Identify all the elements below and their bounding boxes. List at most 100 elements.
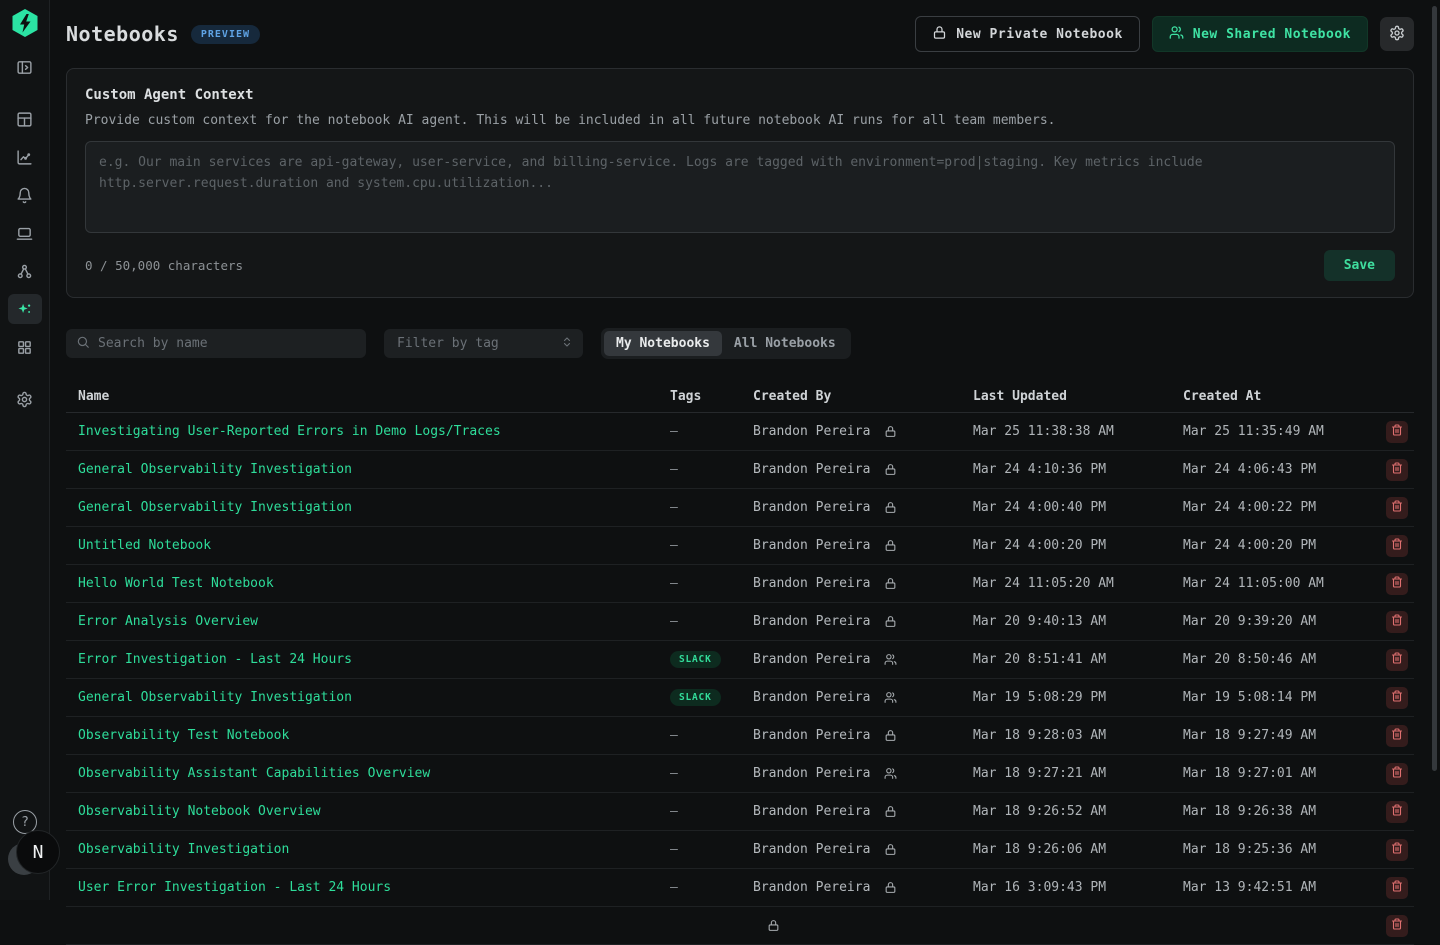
col-created-by: Created By <box>741 389 961 404</box>
table-row[interactable]: Observability Test Notebook — Brandon Pe… <box>66 717 1414 755</box>
delete-notebook-button[interactable] <box>1386 801 1408 823</box>
topology-icon[interactable] <box>8 256 42 286</box>
delete-notebook-button[interactable] <box>1386 763 1408 785</box>
trash-icon <box>1391 538 1403 553</box>
table-row[interactable]: Error Investigation - Last 24 Hours SLAC… <box>66 641 1414 679</box>
tags-value: — <box>670 424 678 439</box>
gear-icon <box>1389 25 1405 44</box>
delete-notebook-button[interactable] <box>1386 459 1408 481</box>
lock-icon <box>884 615 897 628</box>
delete-notebook-button[interactable] <box>1386 421 1408 443</box>
notebook-name-link[interactable]: Error Analysis Overview <box>78 614 258 629</box>
delete-notebook-button[interactable] <box>1386 839 1408 861</box>
tags-value: — <box>670 842 678 857</box>
tags-value: — <box>670 614 678 629</box>
notebook-name-link[interactable]: Observability Assistant Capabilities Ove… <box>78 766 430 781</box>
trash-icon <box>1391 842 1403 857</box>
tab-all-notebooks[interactable]: All Notebooks <box>722 331 848 356</box>
created-by-name: Brandon Pereira <box>753 880 870 895</box>
delete-notebook-button[interactable] <box>1386 725 1408 747</box>
notebook-name-link[interactable]: General Observability Investigation <box>78 500 352 515</box>
table-row[interactable]: Investigating User-Reported Errors in De… <box>66 413 1414 451</box>
table-row[interactable]: Hello World Test Notebook — Brandon Pere… <box>66 565 1414 603</box>
sidebar: ? N <box>0 0 50 900</box>
notebook-name-link[interactable]: Investigating User-Reported Errors in De… <box>78 424 501 439</box>
chart-icon[interactable] <box>8 142 42 172</box>
table-row[interactable]: General Observability Investigation SLAC… <box>66 679 1414 717</box>
new-private-notebook-button[interactable]: New Private Notebook <box>915 16 1140 52</box>
notebook-name-link[interactable]: General Observability Investigation <box>78 462 352 477</box>
laptop-icon[interactable] <box>8 218 42 248</box>
avatar-n[interactable]: N <box>16 830 60 874</box>
apps-grid-icon[interactable] <box>8 332 42 362</box>
tags-value: — <box>670 880 678 895</box>
tab-my-notebooks[interactable]: My Notebooks <box>604 331 722 356</box>
delete-notebook-button[interactable] <box>1386 687 1408 709</box>
delete-notebook-button[interactable] <box>1386 611 1408 633</box>
notebook-name-link[interactable]: Hello World Test Notebook <box>78 576 274 591</box>
card-description: Provide custom context for the notebook … <box>85 113 1395 128</box>
table-row[interactable]: Observability Assistant Capabilities Ove… <box>66 755 1414 793</box>
search-icon <box>76 334 90 353</box>
lock-icon <box>884 539 897 552</box>
table-row[interactable]: Observability Notebook Overview — Brando… <box>66 793 1414 831</box>
new-shared-notebook-button[interactable]: New Shared Notebook <box>1152 16 1368 52</box>
created-by-name: Brandon Pereira <box>753 728 870 743</box>
last-updated-value: Mar 19 5:08:29 PM <box>961 690 1171 705</box>
created-by-name: Brandon Pereira <box>753 804 870 819</box>
tag-filter-select[interactable]: Filter by tag <box>384 329 583 358</box>
search-box[interactable] <box>66 329 366 358</box>
trash-icon <box>1391 424 1403 439</box>
created-at-value: Mar 18 9:27:01 AM <box>1171 766 1367 781</box>
table-row[interactable]: User Error Investigation - Last 24 Hours… <box>66 869 1414 907</box>
last-updated-value: Mar 16 3:09:43 PM <box>961 880 1171 895</box>
table-row[interactable]: General Observability Investigation — Br… <box>66 451 1414 489</box>
sidebar-gear-icon[interactable] <box>8 384 42 414</box>
settings-gear-button[interactable] <box>1380 17 1414 51</box>
delete-notebook-button[interactable] <box>1386 573 1408 595</box>
delete-notebook-button[interactable] <box>1386 915 1408 937</box>
delete-notebook-button[interactable] <box>1386 877 1408 899</box>
delete-notebook-button[interactable] <box>1386 649 1408 671</box>
table-row[interactable]: Observability Investigation — Brandon Pe… <box>66 831 1414 869</box>
lock-icon <box>884 805 897 818</box>
agent-context-textarea[interactable] <box>85 141 1395 233</box>
notebook-name-link[interactable]: Observability Test Notebook <box>78 728 289 743</box>
notebook-name-link[interactable]: Untitled Notebook <box>78 538 211 553</box>
app-logo-icon[interactable] <box>11 8 39 38</box>
trash-icon <box>1391 728 1403 743</box>
created-by-name: Brandon Pereira <box>753 690 870 705</box>
users-icon <box>1169 25 1184 44</box>
delete-notebook-button[interactable] <box>1386 535 1408 557</box>
created-by-name: Brandon Pereira <box>753 424 870 439</box>
last-updated-value: Mar 20 9:40:13 AM <box>961 614 1171 629</box>
scrollbar[interactable] <box>1432 6 1437 771</box>
people-icon <box>884 653 897 666</box>
notebooks-table: Name Tags Created By Last Updated Create… <box>66 380 1414 945</box>
bell-icon[interactable] <box>8 180 42 210</box>
notebook-name-link[interactable]: General Observability Investigation <box>78 690 352 705</box>
search-input[interactable] <box>98 336 356 351</box>
filters-row: Filter by tag My Notebooks All Notebooks <box>66 328 1414 359</box>
lock-icon <box>884 577 897 590</box>
table-row[interactable]: General Observability Investigation — Br… <box>66 489 1414 527</box>
notebook-name-link[interactable]: Observability Investigation <box>78 842 289 857</box>
tags-value: — <box>670 576 678 591</box>
panel-toggle-icon[interactable] <box>8 52 42 82</box>
last-updated-value: Mar 18 9:26:06 AM <box>961 842 1171 857</box>
delete-notebook-button[interactable] <box>1386 497 1408 519</box>
page-header: Notebooks PREVIEW New Private Notebook N… <box>66 0 1414 68</box>
table-row[interactable]: Error Analysis Overview — Brandon Pereir… <box>66 603 1414 641</box>
created-by-name: Brandon Pereira <box>753 766 870 781</box>
table-row[interactable] <box>66 907 1414 945</box>
table-row[interactable]: Untitled Notebook — Brandon Pereira Mar … <box>66 527 1414 565</box>
table-icon[interactable] <box>8 104 42 134</box>
notebook-name-link[interactable]: Error Investigation - Last 24 Hours <box>78 652 352 667</box>
sparkles-icon[interactable] <box>8 294 42 324</box>
chevron-up-down-icon <box>561 336 573 352</box>
notebook-name-link[interactable]: User Error Investigation - Last 24 Hours <box>78 880 391 895</box>
trash-icon <box>1391 690 1403 705</box>
save-button[interactable]: Save <box>1324 250 1395 281</box>
lock-icon <box>884 463 897 476</box>
notebook-name-link[interactable]: Observability Notebook Overview <box>78 804 321 819</box>
